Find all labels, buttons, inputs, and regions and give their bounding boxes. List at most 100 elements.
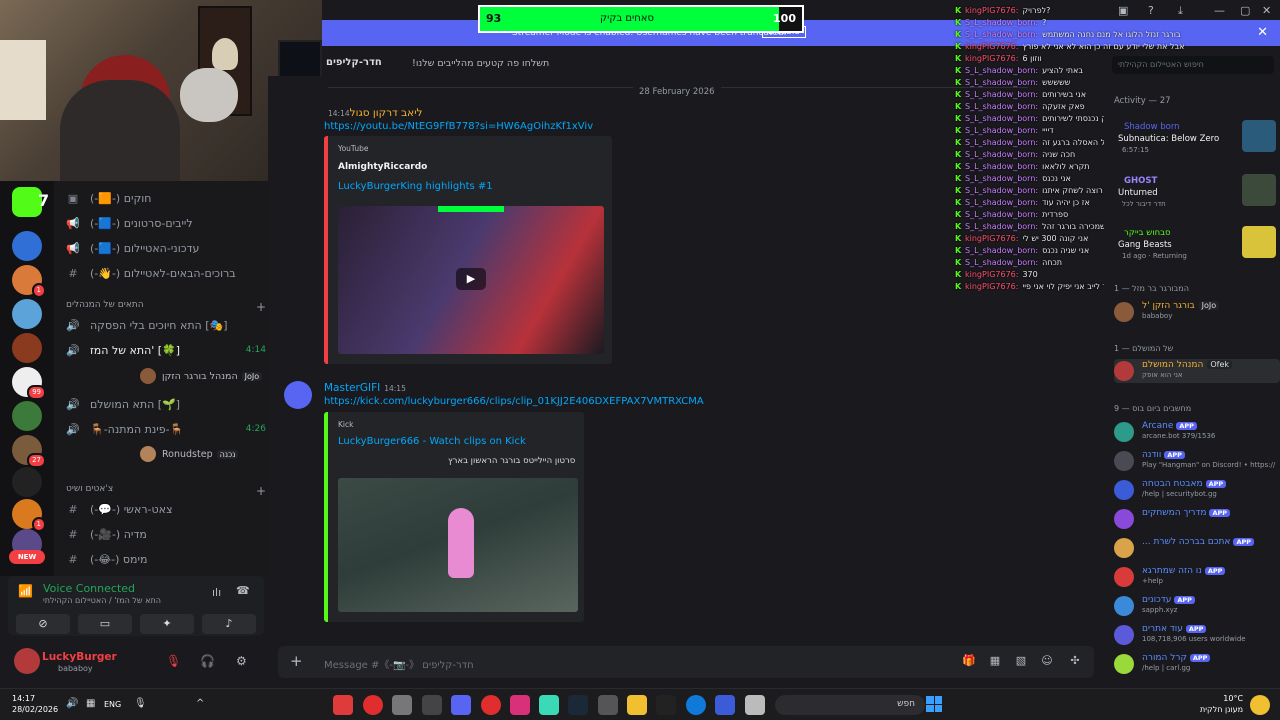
message-link[interactable]: https://youtu.be/NtEG9FfB778?si=HW6AgOih… (324, 121, 593, 132)
search-input[interactable]: חיפוש האטיילום הקהילתי (1112, 56, 1274, 74)
member-item[interactable]: ... אתכם בברכה לשרת APP (1114, 536, 1280, 560)
chat-username[interactable]: kingPIG7676: (965, 42, 1018, 54)
message-input[interactable]: + Message #《-📷-》 חדר-קליפים 🎁 ▦ ▧ ☺ ✣ (278, 646, 1094, 678)
chat-username[interactable]: S_L_shadow_born: (965, 186, 1038, 198)
member-item[interactable]: בורגר הזקן 'ל JoJo bababoy (1114, 300, 1280, 324)
channel-item[interactable]: # (-💬-) צאט-ראשי (66, 499, 266, 519)
voice-channel[interactable]: 🔊 התא של המז' [🍀] 4:14 (66, 340, 266, 360)
add-attachment-icon[interactable]: + (290, 652, 303, 670)
chat-username[interactable]: S_L_shadow_born: (965, 18, 1038, 30)
maximize-icon[interactable]: ▢ (1240, 4, 1250, 17)
channel-item[interactable]: # (-👋-) ברוכים-הבאים-לאטיילום (66, 263, 266, 283)
server-icon[interactable] (12, 333, 42, 363)
voice-channel[interactable]: 🔊 התא המושלם [🌱] (66, 394, 266, 414)
voice-channel-name[interactable]: התא של המז' / האטיילום הקהילתי (43, 596, 161, 605)
app-icon[interactable] (392, 695, 412, 715)
activity-card[interactable]: Shadow born Subnautica: Below Zero 6:57:… (1112, 120, 1276, 162)
message-author[interactable]: MasterGIFI 14:15 (324, 382, 406, 394)
member-item[interactable]: המנהל המושלם Ofek אני הוא אופק (1114, 359, 1280, 383)
chat-username[interactable]: S_L_shadow_born: (965, 210, 1038, 222)
chat-username[interactable]: S_L_shadow_born: (965, 150, 1038, 162)
app-icon[interactable] (715, 695, 735, 715)
discord-icon[interactable] (451, 695, 471, 715)
channel-topic[interactable]: !תשלחו פה קטעים מהלייבים שלנו (412, 58, 549, 69)
channel-item[interactable]: 📢 (-🟦-) לייבים-סרטונים (66, 213, 266, 233)
chat-username[interactable]: S_L_shadow_born: (965, 162, 1038, 174)
chat-username[interactable]: S_L_shadow_born: (965, 258, 1038, 270)
mic-icon[interactable]: 🎙 (134, 698, 147, 709)
app-icon[interactable] (422, 695, 442, 715)
server-icon[interactable] (12, 231, 42, 261)
noise-suppression-icon[interactable]: ılı (212, 586, 221, 599)
download-icon[interactable]: ⤓ (1178, 4, 1183, 18)
gif-icon[interactable]: ▦ (988, 654, 1002, 668)
app-icon[interactable] (333, 695, 353, 715)
activities-button[interactable]: ✦ (140, 614, 194, 634)
help-icon[interactable]: ? (1148, 4, 1154, 17)
member-item[interactable]: נו הזה שמתרגא APP +help (1114, 565, 1280, 589)
voice-user[interactable]: Ronudstep נכנה (140, 446, 239, 462)
channel-item[interactable]: ▣ (-🟧-) חוקים (66, 188, 266, 208)
folder-icon[interactable] (627, 695, 647, 715)
chat-username[interactable]: S_L_shadow_born: (965, 198, 1038, 210)
close-window-icon[interactable]: ✕ (1262, 4, 1271, 17)
voice-channel[interactable]: 🔊 התא חיוכים בלי הפסקה [🎭] (66, 315, 266, 335)
member-item[interactable]: עוד אתרים APP 108,718,906 users worldwide (1114, 623, 1280, 647)
member-item[interactable]: קרל המורה APP/help | carl.gg (1114, 652, 1280, 676)
soundboard-button[interactable]: ♪ (202, 614, 256, 634)
app-icon[interactable] (598, 695, 618, 715)
steam-icon[interactable] (568, 695, 588, 715)
gift-icon[interactable]: 🎁 (962, 654, 976, 668)
chat-username[interactable]: S_L_shadow_born: (965, 174, 1038, 186)
app-icon[interactable] (363, 695, 383, 715)
member-item[interactable]: וודנה APP Play "Hangman" on Discord! • htt… (1114, 449, 1280, 473)
chat-username[interactable]: S_L_shadow_born: (965, 126, 1038, 138)
activity-card[interactable]: סבחוש בייקר Gang Beasts 1d ago · Returni… (1112, 226, 1276, 268)
play-icon[interactable]: ▶ (456, 268, 486, 290)
channel-item[interactable]: # (-🎥-) מדיה (66, 524, 266, 544)
message-link[interactable]: https://kick.com/luckyburger666/clips/cl… (324, 396, 704, 407)
voice-channel[interactable]: 🔊 🪑-פינת המתנה-🪑 4:26 (66, 419, 266, 439)
chat-username[interactable]: kingPIG7676: (965, 6, 1018, 18)
chat-username[interactable]: kingPIG7676: (965, 282, 1018, 294)
chat-username[interactable]: S_L_shadow_born: (965, 66, 1038, 78)
chat-username[interactable]: kingPIG7676: (965, 54, 1018, 66)
taskbar-search[interactable]: חפש (775, 695, 925, 715)
video-thumbnail[interactable]: ▶ (338, 206, 604, 354)
avatar[interactable] (14, 648, 40, 674)
server-icon[interactable]: 27 (12, 435, 46, 468)
apps-icon[interactable]: ✣ (1068, 654, 1082, 668)
chat-username[interactable]: kingPIG7676: (965, 270, 1018, 282)
headphones-muted-icon[interactable]: 🎧 (200, 654, 215, 668)
member-item[interactable]: מאבטח הבטחה APP/help | securitybot.gg (1114, 478, 1280, 502)
server-icon[interactable] (12, 299, 42, 329)
server-icon[interactable]: 99 (12, 367, 46, 400)
minimize-icon[interactable]: — (1214, 4, 1225, 17)
volume-icon[interactable]: 🔊 (66, 698, 78, 709)
chat-username[interactable]: S_L_shadow_born: (965, 138, 1038, 150)
edge-icon[interactable] (686, 695, 706, 715)
chat-username[interactable]: S_L_shadow_born: (965, 90, 1038, 102)
chat-username[interactable]: S_L_shadow_born: (965, 246, 1038, 258)
plus-icon[interactable]: + (256, 484, 266, 498)
instagram-icon[interactable] (510, 695, 530, 715)
start-icon[interactable] (926, 696, 942, 712)
language-indicator[interactable]: ENG (104, 700, 121, 709)
mic-muted-icon[interactable]: 🎙 (166, 654, 181, 668)
server-icon[interactable] (12, 467, 42, 497)
emoji-icon[interactable]: ☺ (1040, 654, 1054, 668)
chat-username[interactable]: kingPIG7676: (965, 234, 1018, 246)
channel-item[interactable]: 📢 (-🟦-) עדכוני-האטיילום (66, 238, 266, 258)
activity-card[interactable]: GHOST Unturned חדר דיבור לכל (1112, 174, 1276, 216)
category-header[interactable]: התאים של המנהלים + (66, 300, 266, 314)
screen-share-button[interactable]: ▭ (78, 614, 132, 634)
chat-username[interactable]: S_L_shadow_born: (965, 222, 1038, 234)
app-icon[interactable] (481, 695, 501, 715)
app-icon[interactable] (539, 695, 559, 715)
member-item[interactable]: Arcane APP arcane.bot 379/1536 (1114, 420, 1280, 444)
clock[interactable]: 14:17 28/02/2026 (12, 693, 58, 715)
server-icon[interactable]: 1 (12, 265, 46, 298)
server-icon[interactable] (12, 401, 42, 431)
disconnect-icon[interactable]: ☎ (236, 584, 250, 597)
chat-username[interactable]: S_L_shadow_born: (965, 114, 1038, 126)
